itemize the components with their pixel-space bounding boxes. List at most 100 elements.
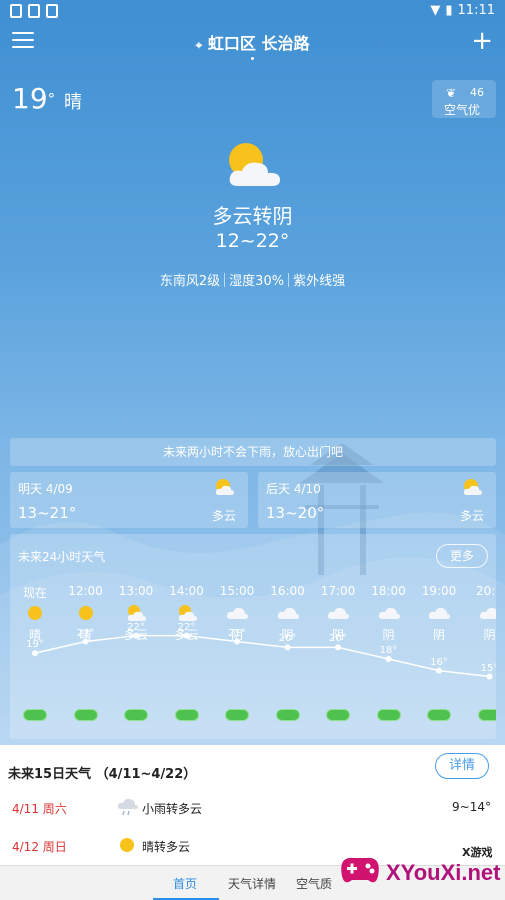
notification-icon (10, 4, 22, 18)
aqi-pill (225, 709, 249, 721)
aqi-pill (174, 709, 199, 721)
hourly-time: 15:00 (219, 584, 255, 598)
tomorrow-card[interactable]: 明天 4/09 13~21° 多云 (10, 472, 248, 528)
hourly-temp: 22° (127, 621, 145, 633)
location-pin-icon: ⌖ (195, 38, 203, 52)
hourly-time: 14:00 (169, 584, 204, 598)
today-details: 东南风2级 湿度30% 紫外线强 (0, 270, 505, 289)
cloud-icon (212, 600, 262, 626)
sun-icon (10, 600, 60, 626)
temperature-point (385, 656, 392, 662)
day-after-condition: 多云 (459, 509, 484, 523)
hourly-item: 13:00 多云 22° (111, 584, 161, 721)
tab-air-quality[interactable]: 空气质 (296, 875, 332, 892)
partly-cloudy-icon (229, 143, 280, 186)
today-condition: 多云转阴 (212, 204, 293, 228)
hourly-forecast-panel[interactable]: 未来24小时天气 更多 现在晴 19° 12:00 晴 21° 13:00 多云 22° 14:… (10, 534, 496, 739)
hourly-item: 15:00 阴 21° (212, 584, 262, 721)
aqi-label: 空气优 (444, 103, 481, 117)
hourly-temp: 21° (76, 627, 95, 639)
wifi-icon: ▼ (430, 3, 441, 18)
temperature-point (32, 650, 38, 657)
cloud-icon (263, 600, 313, 626)
current-temperature: 19° 晴 (12, 82, 83, 115)
temperature-point (436, 667, 442, 674)
aqi-pill (73, 709, 98, 721)
hourly-time: 16:00 (270, 584, 305, 598)
temperature-point (335, 644, 341, 651)
status-bar: ▼ ▮ 11:11 (0, 0, 505, 24)
forecast-condition: 晴转多云 (142, 840, 191, 854)
hourly-time: 13:00 (118, 584, 154, 598)
wind: 东南风2级 (159, 274, 221, 289)
hourly-time: 17:00 (320, 584, 356, 598)
cloud-icon (364, 600, 414, 626)
forecast-row[interactable]: 4/11 周六 小雨转多云 9~14° (0, 792, 505, 822)
aqi-pill (427, 709, 451, 721)
cloud-icon (414, 600, 464, 626)
hourly-condition: 阴 (382, 628, 395, 642)
day-after-title: 后天 4/10 (266, 482, 321, 496)
hourly-temp: 21° (228, 627, 246, 639)
page-indicator (251, 57, 254, 60)
hourly-temp: 16° (430, 656, 448, 668)
hourly-temp: 15° (480, 662, 496, 674)
day-after-card[interactable]: 后天 4/10 13~20° 多云 (258, 472, 496, 528)
tomorrow-condition: 多云 (211, 509, 236, 523)
leaf-icon: ❦ (446, 86, 457, 100)
current-condition: 晴 (64, 92, 83, 113)
temperature-point (284, 644, 291, 651)
hourly-temp: 19° (26, 639, 44, 651)
hourly-time: 20:0 (476, 584, 496, 598)
sun-icon (61, 600, 111, 626)
hourly-item: 19:00 阴 16° (414, 584, 464, 721)
cloud-icon (313, 600, 363, 626)
partly-cloudy-icon (463, 479, 482, 495)
aqi-pill (477, 709, 496, 721)
aqi-pill (124, 709, 148, 721)
location-title[interactable]: ⌖ 虹口区 长治路 (0, 30, 505, 54)
rain-cloud-icon (117, 798, 138, 816)
forecast-title: 未来15日天气 （4/11~4/22） (8, 767, 197, 782)
hourly-condition: 阴 (483, 628, 496, 642)
hourly-condition: 阴 (432, 628, 445, 642)
hourly-item: 12:00 晴 21° (61, 584, 111, 721)
hourly-item: 16:00 阴 20° (263, 584, 313, 721)
today-range: 12~22° (215, 230, 290, 252)
hourly-temp: 18° (379, 645, 398, 656)
cloud-icon (465, 600, 496, 626)
tomorrow-title: 明天 4/09 (18, 482, 73, 496)
hourly-item: 20:0 阴 15° (465, 584, 496, 721)
partly-cloudy-icon (215, 479, 234, 495)
day-after-range: 13~20° (266, 504, 325, 522)
aqi-pill (23, 709, 47, 721)
tab-home[interactable]: 首页 (173, 875, 197, 892)
tab-weather-detail[interactable]: 天气详情 (228, 875, 276, 892)
temperature-point (486, 673, 493, 680)
humidity: 湿度30% (229, 274, 285, 289)
status-time: 11:11 (457, 3, 495, 18)
aqi-badge[interactable]: ❦ 46 空气优 (432, 80, 496, 118)
rain-notice[interactable]: 未来两小时不会下雨，放心出门吧 (10, 438, 496, 466)
hourly-item: 14:00 多云 22° (162, 584, 212, 721)
add-city-icon[interactable]: + (471, 28, 493, 54)
tomorrow-range: 13~21° (18, 504, 77, 522)
hourly-temp: 20° (278, 633, 297, 645)
notification-icon (28, 4, 40, 18)
notification-icon (46, 4, 58, 18)
sun-icon (120, 838, 134, 852)
detail-button[interactable]: 详情 (435, 753, 489, 779)
aqi-pill (326, 709, 350, 721)
forecast-date: 4/12 周日 (12, 840, 67, 854)
uv-index: 紫外线强 (293, 274, 346, 289)
hourly-item: 现在晴 19° (10, 584, 60, 721)
aqi-value: 46 (470, 86, 484, 99)
gamepad-logo-icon (341, 857, 379, 883)
hourly-temp: 20° (329, 633, 347, 645)
hourly-temp: 22° (177, 621, 196, 633)
top-bar: ⌖ 虹口区 长治路 + (0, 24, 505, 64)
battery-icon: ▮ (445, 3, 453, 18)
hourly-time: 19:00 (421, 584, 457, 598)
forecast-range: 9~14° (452, 800, 491, 814)
aqi-pill (275, 709, 300, 721)
